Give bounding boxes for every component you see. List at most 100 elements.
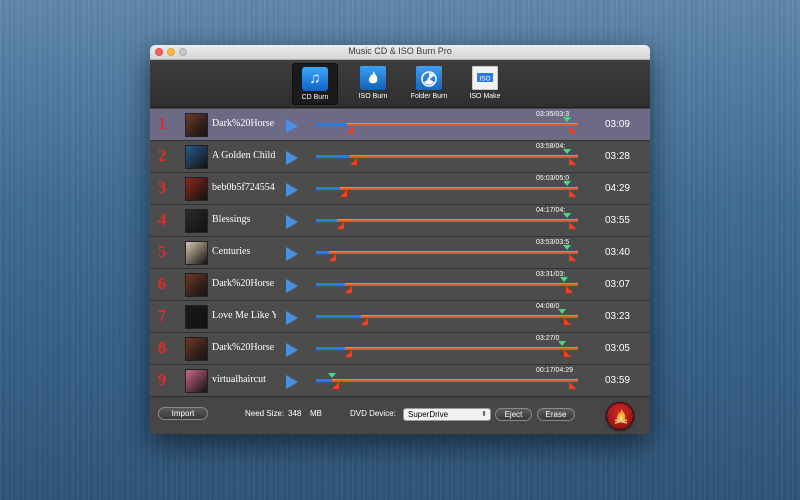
erase-button[interactable]: Erase bbox=[537, 408, 575, 421]
track-duration: 03:55 bbox=[604, 215, 630, 226]
album-art-thumbnail bbox=[185, 337, 208, 361]
trim-end-handle[interactable] bbox=[568, 254, 576, 261]
play-icon[interactable] bbox=[286, 215, 298, 229]
track-name: Dark%20Horse bbox=[212, 118, 275, 129]
trim-start-handle[interactable] bbox=[329, 254, 337, 261]
app-window: Music CD & ISO Burn Pro ♫ CD Burn ISO Bu… bbox=[150, 45, 650, 434]
trim-end-handle[interactable] bbox=[568, 190, 576, 197]
trim-slider-track[interactable] bbox=[316, 219, 578, 222]
trim-end-handle[interactable] bbox=[568, 158, 576, 165]
burn-button[interactable] bbox=[606, 402, 634, 430]
play-icon[interactable] bbox=[286, 279, 298, 293]
trim-start-handle[interactable] bbox=[344, 286, 352, 293]
trim-end-handle[interactable] bbox=[566, 286, 574, 293]
trim-progress-fill bbox=[316, 347, 345, 350]
track-name: beb0b5f724554 bbox=[212, 182, 275, 193]
track-row[interactable]: 4 Blessings 04:17/04: 03:55 bbox=[150, 205, 650, 237]
track-row[interactable]: 5 Centuries 03:53/03:5 03:40 bbox=[150, 237, 650, 269]
need-size-value: 348 bbox=[288, 409, 302, 418]
track-number: 3 bbox=[157, 178, 167, 197]
track-row[interactable]: 3 beb0b5f724554 05:03/05:0 04:29 bbox=[150, 173, 650, 205]
trim-slider-track[interactable] bbox=[316, 123, 578, 126]
toolbar: ♫ CD Burn ISO Burn Folder Burn ISO ISO M… bbox=[150, 60, 650, 108]
import-button[interactable]: Import bbox=[158, 407, 208, 420]
album-art-thumbnail bbox=[185, 177, 208, 201]
trim-start-handle[interactable] bbox=[331, 382, 339, 389]
title-bar: Music CD & ISO Burn Pro bbox=[150, 45, 650, 60]
track-number: 4 bbox=[157, 210, 167, 229]
track-name: Dark%20Horse bbox=[212, 342, 275, 353]
track-number: 6 bbox=[157, 274, 167, 293]
trim-end-handle[interactable] bbox=[563, 318, 571, 325]
trim-slider-track[interactable] bbox=[316, 315, 578, 318]
trim-start-handle[interactable] bbox=[344, 350, 352, 357]
track-duration: 03:05 bbox=[604, 343, 630, 354]
play-icon[interactable] bbox=[286, 343, 298, 357]
trim-end-handle[interactable] bbox=[568, 126, 576, 133]
need-size-label: Need Size: bbox=[245, 409, 285, 418]
dvd-device-select[interactable]: SuperDrive ⬍ bbox=[403, 408, 491, 421]
track-number: 8 bbox=[157, 338, 167, 357]
trim-progress-fill bbox=[316, 283, 345, 286]
trim-slider-track[interactable] bbox=[316, 379, 578, 382]
tab-folder-burn[interactable]: Folder Burn bbox=[406, 63, 452, 105]
folder-burn-icon bbox=[416, 66, 442, 90]
trim-start-handle[interactable] bbox=[360, 318, 368, 325]
trim-slider-track[interactable] bbox=[316, 283, 578, 286]
trim-span-text: 03:27/0 bbox=[536, 335, 560, 342]
track-row[interactable]: 9 virtualhaircut 00:17/04:29 03:59 bbox=[150, 365, 650, 397]
trim-progress-fill bbox=[316, 315, 361, 318]
track-number: 7 bbox=[157, 306, 167, 325]
play-icon[interactable] bbox=[286, 247, 298, 261]
svg-text:ISO: ISO bbox=[479, 76, 490, 83]
trim-span-text: 05:03/05:0 bbox=[536, 175, 570, 182]
trim-progress-fill bbox=[316, 219, 337, 222]
play-icon[interactable] bbox=[286, 311, 298, 325]
playhead-marker[interactable] bbox=[328, 373, 336, 378]
track-duration: 03:09 bbox=[604, 119, 630, 130]
trim-progress-fill bbox=[316, 379, 332, 382]
trim-progress-fill bbox=[316, 251, 330, 254]
trim-end-handle[interactable] bbox=[568, 382, 576, 389]
play-icon[interactable] bbox=[286, 375, 298, 389]
tab-iso-make[interactable]: ISO ISO Make bbox=[462, 63, 508, 105]
play-icon[interactable] bbox=[286, 183, 298, 197]
track-row[interactable]: 8 Dark%20Horse 03:27/0 03:05 bbox=[150, 333, 650, 365]
track-duration: 04:29 bbox=[604, 183, 630, 194]
track-row[interactable]: 2 A Golden Child 03:58/04: 03:28 bbox=[150, 141, 650, 173]
trim-progress-fill bbox=[316, 187, 340, 190]
album-art-thumbnail bbox=[185, 113, 208, 137]
trim-start-handle[interactable] bbox=[336, 222, 344, 229]
trim-start-handle[interactable] bbox=[347, 126, 355, 133]
tab-cd-burn[interactable]: ♫ CD Burn bbox=[292, 63, 338, 105]
track-row[interactable]: 6 Dark%20Horse 03:31/03: 03:07 bbox=[150, 269, 650, 301]
trim-span-text: 03:58/04: bbox=[536, 143, 566, 150]
track-name: A Golden Child bbox=[212, 150, 276, 161]
track-row[interactable]: 1 Dark%20Horse 03:35/03:3 03:09 bbox=[150, 109, 650, 141]
play-icon[interactable] bbox=[286, 151, 298, 165]
music-note-icon: ♫ bbox=[302, 67, 328, 91]
tab-iso-burn[interactable]: ISO Burn bbox=[350, 63, 396, 105]
play-icon[interactable] bbox=[286, 119, 298, 133]
need-size-unit: MB bbox=[310, 409, 322, 418]
flame-disc-icon bbox=[360, 66, 386, 90]
tab-iso-make-label: ISO Make bbox=[469, 93, 501, 100]
trim-start-handle[interactable] bbox=[350, 158, 358, 165]
eject-button[interactable]: Eject bbox=[495, 408, 532, 421]
track-name: Dark%20Horse bbox=[212, 278, 275, 289]
trim-end-handle[interactable] bbox=[563, 350, 571, 357]
trim-start-handle[interactable] bbox=[339, 190, 347, 197]
track-list: 1 Dark%20Horse 03:35/03:3 03:09 2 A Golden Ch… bbox=[150, 109, 650, 397]
trim-slider-track[interactable] bbox=[316, 187, 578, 190]
updown-chevron-icon: ⬍ bbox=[481, 411, 487, 418]
trim-slider-track[interactable] bbox=[316, 251, 578, 254]
album-art-thumbnail bbox=[185, 305, 208, 329]
track-row[interactable]: 7 Love Me Like You 04:08/0 03:23 bbox=[150, 301, 650, 333]
trim-end-handle[interactable] bbox=[568, 222, 576, 229]
trim-span-text: 04:17/04: bbox=[536, 207, 566, 214]
trim-span-text: 03:53/03:5 bbox=[536, 239, 570, 246]
track-number: 2 bbox=[157, 146, 167, 165]
trim-slider-track[interactable] bbox=[316, 347, 578, 350]
track-name: Love Me Like You bbox=[212, 310, 276, 321]
trim-progress-fill bbox=[316, 155, 351, 158]
